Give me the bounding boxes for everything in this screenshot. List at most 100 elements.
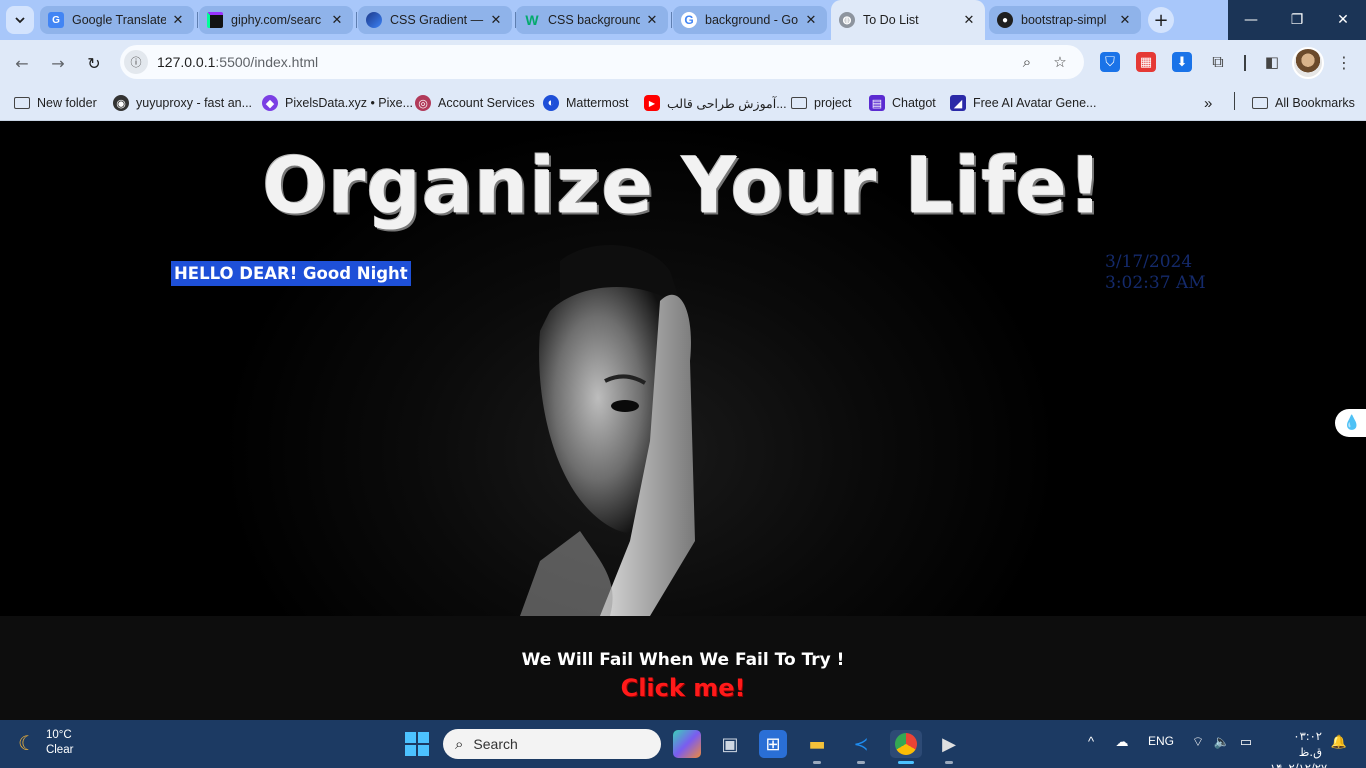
moon-icon: ☾ [18,732,36,755]
bookmark-label: Free AI Avatar Gene... [973,96,1097,110]
page-title: Organize Your Life! [262,140,1104,231]
copilot-app-icon[interactable] [673,730,701,758]
click-me-button[interactable]: Click me! [0,674,1366,702]
close-icon[interactable]: ✕ [170,12,186,28]
floating-extension-button[interactable]: 💧 [1335,409,1366,437]
tab-background-google[interactable]: G background - Go ✕ [673,6,827,34]
tab-divider [356,12,357,28]
chrome-icon[interactable] [890,730,922,764]
tab-bootstrap-simple[interactable]: ● bootstrap-simpl ✕ [989,6,1141,34]
system-date: ۱۴۰۲/۱۲/۲۷ [1270,761,1328,768]
menu-dots-icon[interactable]: ⋮ [1334,51,1354,73]
volume-icon[interactable]: 🔈 [1212,734,1232,750]
google-icon: G [681,12,697,28]
avatar-gen-icon: ◢ [950,95,966,111]
bookmark-label: Chatgot [892,96,936,110]
bookmark-project[interactable]: project [791,92,852,114]
bookmark-youtube-tutorial[interactable]: ▶ آموزش طراحی قالب... [644,92,787,114]
tab-to-do-list[interactable]: ◍ To Do List ✕ [831,0,985,40]
wifi-icon[interactable]: ⌔ [1188,734,1208,750]
bookmark-mattermost[interactable]: ◐ Mattermost [543,92,629,114]
weather-description: Clear [45,744,74,756]
chevron-down-icon [15,17,25,24]
vscode-icon[interactable]: ≺ [847,730,875,764]
tab-divider [671,12,672,28]
onedrive-icon[interactable]: ☁ [1112,734,1132,750]
bookmark-label: Mattermost [566,96,629,110]
reload-button[interactable]: ↻ [79,48,109,78]
tab-title: giphy.com/searc [231,13,322,27]
restore-button[interactable]: ❐ [1274,0,1320,40]
extension-red-icon[interactable]: ▦ [1136,52,1156,72]
bookmark-label: project [814,96,852,110]
bookmark-label: Account Services [438,96,535,110]
close-icon[interactable]: ✕ [644,12,660,28]
w3schools-icon: W [525,12,539,28]
close-icon[interactable]: ✕ [329,12,345,28]
input-language[interactable]: ENG [1146,734,1176,748]
youtube-icon: ▶ [644,95,660,111]
minimize-button[interactable]: — [1228,0,1274,40]
chevron-up-icon[interactable]: ^ [1082,734,1100,749]
tab-css-background[interactable]: W CSS background ✕ [516,6,668,34]
zoom-icon[interactable]: ⌕ [1016,51,1038,73]
url-path: :5500/index.html [215,54,319,70]
bookmark-yuyuproxy[interactable]: ◉ yuyuproxy - fast an... [113,92,252,114]
folder-icon [791,97,807,109]
download-manager-icon[interactable]: ⬇ [1172,52,1192,72]
close-window-button[interactable]: ✕ [1320,0,1366,40]
url-text[interactable]: 127.0.0.1:5500/index.html [157,54,318,70]
github-icon: ● [997,12,1013,28]
tab-title: background - Go [705,13,799,27]
bookmark-pixelsdata[interactable]: ◆ PixelsData.xyz • Pixe... [262,92,413,114]
minimize-icon: — [1244,12,1258,28]
notification-bell-icon[interactable]: 🔔 [1330,734,1348,750]
bookmark-account-services[interactable]: ◎ Account Services [415,92,535,114]
close-icon[interactable]: ✕ [961,12,977,28]
extensions-puzzle-icon[interactable]: ⧉ [1208,52,1228,72]
search-placeholder: Search [473,736,518,752]
bookmark-new-folder[interactable]: New folder [14,92,97,114]
click-me-label: Click me! [620,674,746,702]
back-button[interactable]: ← [7,48,37,78]
site-info-icon[interactable]: ⓘ [124,50,148,74]
battery-icon[interactable]: ▭ [1236,734,1256,750]
bookmark-label: PixelsData.xyz • Pixe... [285,96,414,110]
taskbar-search-box[interactable]: ⌕ Search [443,729,661,759]
bookmark-free-ai-avatar[interactable]: ◢ Free AI Avatar Gene... [950,92,1096,114]
microsoft-store-icon[interactable]: ⊞ [759,730,787,758]
bookmarks-overflow-button[interactable]: » [1204,92,1212,114]
address-bar[interactable]: ⓘ 127.0.0.1:5500/index.html ⌕ ☆ [120,45,1084,79]
tab-giphy[interactable]: giphy.com/searc ✕ [199,6,353,34]
close-icon[interactable]: ✕ [488,12,504,28]
arrow-right-icon: → [51,53,65,73]
close-icon[interactable]: ✕ [1117,12,1133,28]
bookmarks-divider [1234,92,1235,110]
all-bookmarks-button[interactable]: All Bookmarks [1252,92,1355,114]
bookmark-star-icon[interactable]: ☆ [1049,51,1071,73]
media-player-icon[interactable]: ▶ [935,730,963,764]
bookmark-chatgot[interactable]: ▤ Chatgot [869,92,936,114]
chevron-double-right-icon: » [1204,94,1213,112]
close-icon[interactable]: ✕ [803,12,819,28]
tab-search-button[interactable] [6,6,34,34]
new-tab-button[interactable]: + [1148,7,1174,33]
browser-toolbar: ← → ↻ ⓘ 127.0.0.1:5500/index.html ⌕ ☆ ⛉ … [0,40,1366,85]
windows-start-button[interactable] [405,732,429,756]
search-icon: ⌕ [455,735,464,753]
file-explorer-icon[interactable]: ▬ [803,730,831,764]
weather-widget[interactable]: ☾ 10°C Clear [18,728,73,758]
tab-css-gradient[interactable]: CSS Gradient — ✕ [358,6,512,34]
close-icon: ✕ [1337,12,1349,28]
tab-google-translate[interactable]: G Google Translate ✕ [40,6,194,34]
tab-title: To Do List [863,13,919,27]
tab-title: CSS Gradient — [390,13,484,27]
bitwarden-icon[interactable]: ⛉ [1100,52,1120,72]
greeting-text: HELLO DEAR! Good Night [171,261,411,286]
system-clock[interactable]: ۰۳:۰۲ ق.ظ ۱۴۰۲/۱۲/۲۷ [1270,728,1328,768]
task-view-icon[interactable]: ▣ [716,730,744,758]
reload-icon: ↻ [87,53,101,73]
forward-button[interactable]: → [43,48,73,78]
side-panel-icon[interactable]: ◧ [1262,52,1282,72]
profile-avatar[interactable] [1292,47,1324,79]
